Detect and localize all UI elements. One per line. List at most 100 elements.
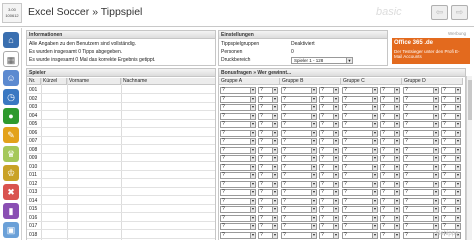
sidebar-item-clock[interactable]: ◷ — [3, 89, 19, 105]
bonus-dropdown[interactable]: ? ▼ — [380, 197, 400, 205]
bonus-dropdown[interactable]: ? ▼ — [319, 87, 339, 94]
bonus-dropdown[interactable]: ? ▼ — [380, 180, 400, 188]
bonus-dropdown[interactable]: ? ▼ — [281, 189, 317, 196]
bonus-dropdown[interactable]: ? ▼ — [380, 172, 400, 179]
bonus-dropdown[interactable]: ? ▼ — [441, 138, 461, 145]
bonus-dropdown[interactable]: ? ▼ — [342, 104, 378, 111]
bonus-dropdown[interactable]: ? ▼ — [281, 214, 317, 222]
bonus-dropdown[interactable]: ? ▼ — [319, 163, 339, 171]
sidebar-item-bookmark[interactable]: ▮ — [3, 203, 19, 219]
bonus-dropdown[interactable]: ? ▼ — [380, 146, 400, 154]
bonus-dropdown[interactable]: ? ▼ — [342, 223, 378, 230]
bonus-dropdown[interactable]: ? ▼ — [441, 87, 461, 94]
bonus-dropdown[interactable]: ? ▼ — [380, 206, 400, 213]
bonus-dropdown[interactable]: ? ▼ — [441, 189, 461, 196]
bonus-dropdown[interactable]: ? ▼ — [281, 223, 317, 230]
bonus-dropdown[interactable]: ? ▼ — [281, 121, 317, 128]
bonus-dropdown[interactable]: ? ▼ — [220, 104, 256, 111]
bonus-dropdown[interactable]: ? ▼ — [319, 121, 339, 128]
bonus-dropdown[interactable]: ? ▼ — [403, 87, 439, 94]
bonus-dropdown[interactable]: ? ▼ — [342, 189, 378, 196]
bonus-dropdown[interactable]: ? ▼ — [258, 138, 278, 145]
forward-button[interactable]: ⇨ — [451, 5, 468, 20]
bonus-dropdown[interactable]: ? ▼ — [441, 197, 461, 205]
bonus-dropdown[interactable]: ? ▼ — [220, 180, 256, 188]
bonus-dropdown[interactable]: ? ▼ — [441, 146, 461, 154]
bonus-dropdown[interactable]: ? ▼ — [220, 155, 256, 162]
bonus-dropdown[interactable]: ? ▼ — [441, 155, 461, 162]
bonus-dropdown[interactable]: ? ▼ — [403, 189, 439, 196]
bonus-dropdown[interactable]: ? ▼ — [403, 180, 439, 188]
bonus-dropdown[interactable]: ? ▼ — [319, 231, 339, 239]
bonus-dropdown[interactable]: ? ▼ — [319, 172, 339, 179]
bonus-dropdown[interactable]: ? ▼ — [441, 112, 461, 120]
table-row[interactable]: 012 — [27, 180, 215, 188]
bonus-dropdown[interactable]: ? ▼ — [220, 214, 256, 222]
bonus-dropdown[interactable]: ? ▼ — [403, 214, 439, 222]
table-row[interactable]: 015 — [27, 205, 215, 213]
bonus-dropdown[interactable]: ? ▼ — [258, 231, 278, 239]
bonus-dropdown[interactable]: ? ▼ — [342, 155, 378, 162]
bonus-dropdown[interactable]: ? ▼ — [403, 172, 439, 179]
bonus-dropdown[interactable]: ? ▼ — [403, 146, 439, 154]
setting-value-groups[interactable]: Deaktiviert — [291, 41, 315, 47]
bonus-dropdown[interactable]: ? ▼ — [319, 104, 339, 111]
bonus-dropdown[interactable]: ? ▼ — [403, 155, 439, 162]
table-row[interactable]: 009 — [27, 154, 215, 162]
bonus-dropdown[interactable]: ? ▼ — [258, 214, 278, 222]
bonus-dropdown[interactable]: ? ▼ — [281, 206, 317, 213]
bonus-dropdown[interactable]: ? ▼ — [403, 231, 439, 239]
bonus-dropdown[interactable]: ? ▼ — [342, 129, 378, 137]
back-button[interactable]: ⇦ — [431, 5, 448, 20]
table-row[interactable]: 008 — [27, 146, 215, 154]
bonus-dropdown[interactable]: ? ▼ — [319, 95, 339, 103]
bonus-dropdown[interactable]: ? ▼ — [342, 206, 378, 213]
bonus-dropdown[interactable]: ? ▼ — [342, 163, 378, 171]
bonus-dropdown[interactable]: ? ▼ — [220, 95, 256, 103]
bonus-dropdown[interactable]: ? ▼ — [380, 189, 400, 196]
table-row[interactable]: 011 — [27, 171, 215, 179]
bonus-dropdown[interactable]: ? ▼ — [281, 155, 317, 162]
bonus-dropdown[interactable]: ? ▼ — [281, 163, 317, 171]
bonus-dropdown[interactable]: ? ▼ — [441, 172, 461, 179]
bonus-dropdown[interactable]: ? ▼ — [220, 223, 256, 230]
bonus-dropdown[interactable]: ? ▼ — [441, 163, 461, 171]
bonus-dropdown[interactable]: ? ▼ — [441, 206, 461, 213]
bonus-dropdown[interactable]: ? ▼ — [319, 146, 339, 154]
bonus-dropdown[interactable]: ? ▼ — [281, 146, 317, 154]
table-row[interactable]: 004 — [27, 112, 215, 120]
table-row[interactable]: 002 — [27, 95, 215, 103]
bonus-dropdown[interactable]: ? ▼ — [258, 104, 278, 111]
bonus-dropdown[interactable]: ? ▼ — [342, 121, 378, 128]
bonus-dropdown[interactable]: ? ▼ — [342, 231, 378, 239]
bonus-dropdown[interactable]: ? ▼ — [403, 163, 439, 171]
table-row[interactable]: 001 — [27, 86, 215, 94]
bonus-dropdown[interactable]: ? ▼ — [220, 138, 256, 145]
bonus-dropdown[interactable]: ? ▼ — [258, 129, 278, 137]
bonus-dropdown[interactable]: ? ▼ — [441, 121, 461, 128]
bonus-dropdown[interactable]: ? ▼ — [281, 172, 317, 179]
bonus-dropdown[interactable]: ? ▼ — [342, 197, 378, 205]
bonus-dropdown[interactable]: ? ▼ — [258, 206, 278, 213]
bonus-dropdown[interactable]: ? ▼ — [281, 95, 317, 103]
bonus-dropdown[interactable]: ? ▼ — [403, 197, 439, 205]
bonus-dropdown[interactable]: ? ▼ — [380, 138, 400, 145]
bonus-dropdown[interactable]: ? ▼ — [220, 172, 256, 179]
bonus-dropdown[interactable]: ? ▼ — [220, 121, 256, 128]
bonus-dropdown[interactable]: ? ▼ — [220, 129, 256, 137]
bonus-dropdown[interactable]: ? ▼ — [403, 112, 439, 120]
bonus-dropdown[interactable]: ? ▼ — [380, 129, 400, 137]
bonus-dropdown[interactable]: ? ▼ — [220, 197, 256, 205]
bonus-dropdown[interactable]: ? ▼ — [258, 197, 278, 205]
bonus-dropdown[interactable]: ? ▼ — [319, 189, 339, 196]
bonus-dropdown[interactable]: ? ▼ — [258, 121, 278, 128]
bonus-dropdown[interactable]: ? ▼ — [281, 87, 317, 94]
bonus-dropdown[interactable]: ? ▼ — [342, 138, 378, 145]
sidebar-item-table[interactable]: ▦ — [3, 51, 19, 67]
bonus-dropdown[interactable]: ? ▼ — [281, 180, 317, 188]
bonus-dropdown[interactable]: ? ▼ — [342, 180, 378, 188]
bonus-dropdown[interactable]: ? ▼ — [258, 172, 278, 179]
bonus-dropdown[interactable]: ? ▼ — [281, 138, 317, 145]
bonus-dropdown[interactable]: ? ▼ — [441, 223, 461, 230]
bonus-dropdown[interactable]: ? ▼ — [403, 95, 439, 103]
